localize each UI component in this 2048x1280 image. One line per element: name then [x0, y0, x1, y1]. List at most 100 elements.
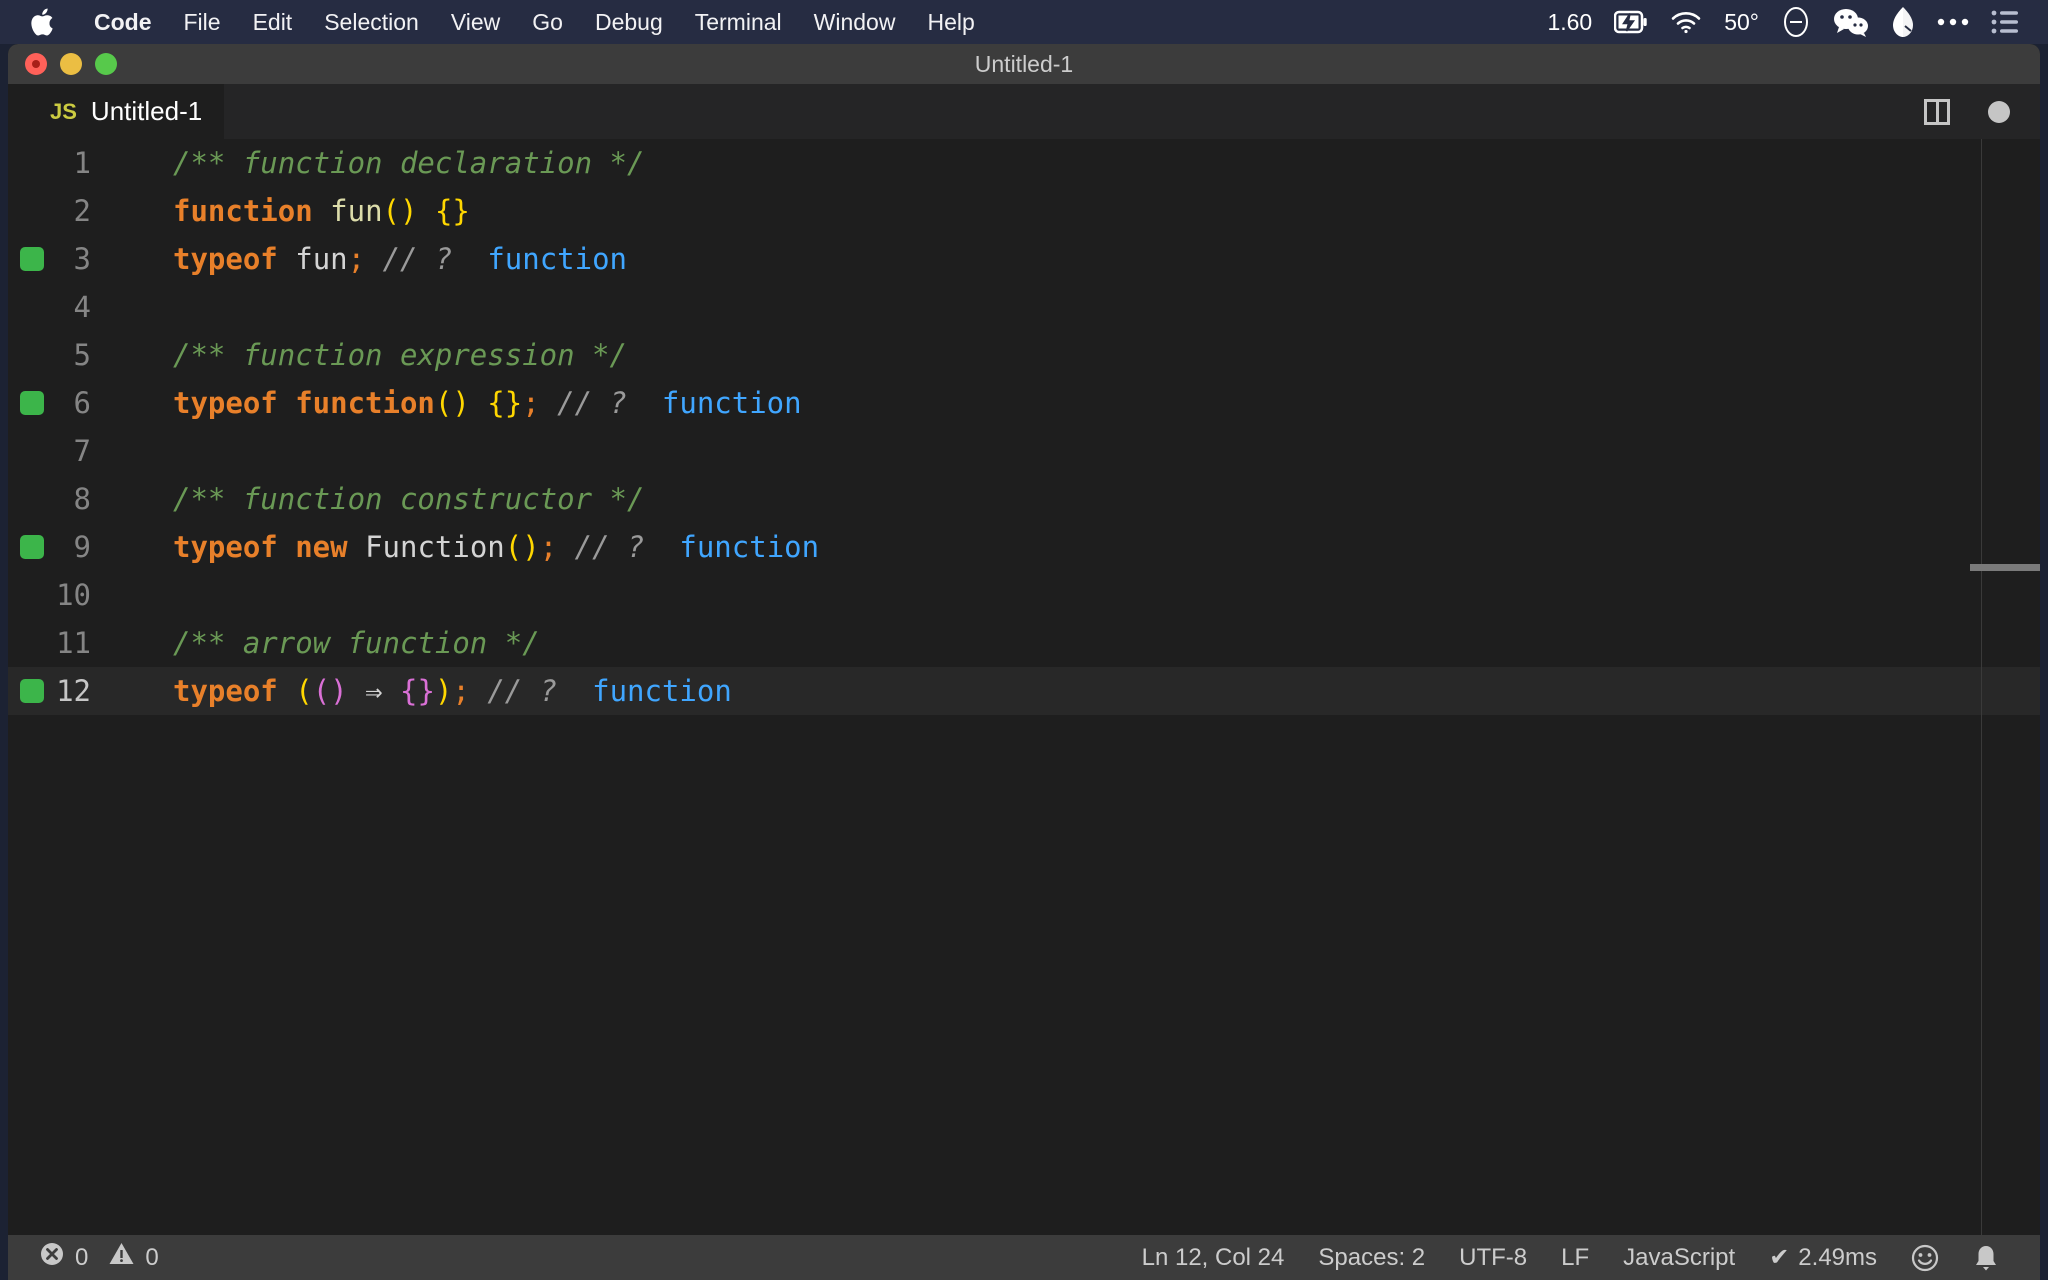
- token: // ?: [574, 529, 645, 564]
- code-text: typeof new Function(); // ? function: [113, 529, 820, 564]
- token: Function: [365, 529, 505, 564]
- token: (: [295, 673, 313, 708]
- code-line-3[interactable]: 3 typeof fun; // ? function: [8, 235, 2040, 283]
- tab-untitled-1[interactable]: JS Untitled-1: [8, 84, 225, 139]
- battery-charging-icon[interactable]: [1603, 0, 1659, 44]
- quokka-status[interactable]: ✔ 2.49ms: [1752, 1243, 1894, 1272]
- line-number: 1: [73, 146, 91, 180]
- token: function: [592, 673, 732, 708]
- coverage-marker-icon: [20, 247, 44, 271]
- close-window-button[interactable]: [25, 53, 47, 75]
- token: fun: [295, 241, 348, 276]
- split-editor-icon[interactable]: [1924, 98, 1950, 125]
- line-number: 8: [73, 482, 91, 516]
- token: (): [312, 673, 348, 708]
- bell-icon[interactable]: [1956, 1244, 2016, 1272]
- problems-status[interactable]: 0 0: [30, 1241, 168, 1274]
- control-center-icon[interactable]: [1980, 0, 2030, 44]
- coverage-marker-icon: [20, 391, 44, 415]
- traffic-light-buttons: [25, 53, 117, 75]
- minimize-window-button[interactable]: [60, 53, 82, 75]
- eol-status[interactable]: LF: [1544, 1244, 1606, 1272]
- apple-logo-icon[interactable]: [24, 0, 64, 44]
- status-bar: 0 0 Ln 12, Col 24 Spaces: 2 UTF-8 LF Jav…: [8, 1235, 2040, 1280]
- menu-item-help[interactable]: Help: [911, 0, 990, 44]
- code-editor[interactable]: 1 /** function declaration */ 2 function fu…: [8, 139, 2040, 1235]
- maximize-window-button[interactable]: [95, 53, 117, 75]
- token: ): [434, 673, 453, 708]
- check-mark-icon: ✔: [1769, 1244, 1790, 1271]
- cursor-position-status[interactable]: Ln 12, Col 24: [1125, 1244, 1302, 1272]
- code-line-10[interactable]: 10: [8, 571, 2040, 619]
- token: typeof: [173, 673, 278, 708]
- menu-item-code[interactable]: Code: [78, 0, 168, 44]
- token: {}: [434, 193, 470, 228]
- ellipsis-icon[interactable]: [1926, 0, 1980, 44]
- pin-icon[interactable]: [1880, 0, 1926, 44]
- token: function: [487, 241, 628, 276]
- code-text: /** function constructor */: [113, 481, 645, 516]
- token: function: [173, 193, 313, 228]
- token: /** function constructor */: [173, 481, 645, 516]
- token: fun: [330, 193, 383, 228]
- tab-label: Untitled-1: [90, 96, 203, 126]
- code-line-9[interactable]: 9 typeof new Function(); // ? function: [8, 523, 2040, 571]
- token: /** arrow function */: [173, 625, 540, 660]
- macos-menu-bar: Code File Edit Selection View Go Debug T…: [0, 0, 2048, 44]
- status-bar-right: Ln 12, Col 24 Spaces: 2 UTF-8 LF JavaScr…: [1125, 1243, 2040, 1272]
- code-line-7[interactable]: 7: [8, 427, 2040, 475]
- overview-ruler-separator: [1981, 139, 1982, 1235]
- do-not-disturb-icon[interactable]: [1770, 0, 1822, 44]
- wifi-icon[interactable]: [1659, 0, 1713, 44]
- wechat-icon[interactable]: [1822, 0, 1880, 44]
- code-line-6[interactable]: 6 typeof function() {}; // ? function: [8, 379, 2040, 427]
- code-line-11[interactable]: 11 /** arrow function */: [8, 619, 2040, 667]
- menu-item-go[interactable]: Go: [516, 0, 579, 44]
- token: typeof new: [173, 529, 348, 564]
- line-number: 11: [56, 626, 91, 660]
- code-line-1[interactable]: 1 /** function declaration */: [8, 139, 2040, 187]
- menu-bar-app-menus: Code File Edit Selection View Go Debug T…: [0, 0, 991, 44]
- menu-item-terminal[interactable]: Terminal: [679, 0, 798, 44]
- token: /** function declaration */: [173, 145, 645, 180]
- language-mode-status[interactable]: JavaScript: [1606, 1244, 1752, 1272]
- encoding-status[interactable]: UTF-8: [1442, 1244, 1544, 1272]
- menu-item-view[interactable]: View: [435, 0, 516, 44]
- token: (): [434, 385, 470, 420]
- code-text: typeof function() {}; // ? function: [113, 385, 802, 420]
- status-bar-left: 0 0: [8, 1241, 168, 1274]
- token: typeof function: [173, 385, 435, 420]
- menu-item-edit[interactable]: Edit: [237, 0, 309, 44]
- indentation-status[interactable]: Spaces: 2: [1301, 1244, 1442, 1272]
- temperature-indicator[interactable]: 50°: [1713, 0, 1770, 44]
- token: // ?: [382, 241, 453, 276]
- token: typeof: [173, 241, 278, 276]
- code-line-12[interactable]: 12 typeof (() ⇒ {}); // ? function: [8, 667, 2040, 715]
- code-line-4[interactable]: 4: [8, 283, 2040, 331]
- token: ;: [522, 385, 540, 420]
- window-title: Untitled-1: [974, 50, 1074, 77]
- code-line-8[interactable]: 8 /** function constructor */: [8, 475, 2040, 523]
- code-lines-container: 1 /** function declaration */ 2 function fu…: [8, 139, 2040, 715]
- line-number: 10: [56, 578, 91, 612]
- editor-actions: [1924, 84, 2040, 139]
- token: function: [679, 529, 820, 564]
- unsaved-dot-icon[interactable]: [1988, 100, 2010, 123]
- coverage-marker-icon: [20, 679, 44, 703]
- smiley-icon[interactable]: [1894, 1244, 1956, 1272]
- token: ;: [347, 241, 366, 276]
- menu-item-file[interactable]: File: [168, 0, 237, 44]
- menu-item-debug[interactable]: Debug: [579, 0, 679, 44]
- editor-scrollbar[interactable]: [1970, 139, 2040, 1235]
- code-line-2[interactable]: 2 function fun() {}: [8, 187, 2040, 235]
- code-line-5[interactable]: 5 /** function expression */: [8, 331, 2040, 379]
- menu-item-window[interactable]: Window: [798, 0, 912, 44]
- cpu-load-indicator[interactable]: 1.60: [1536, 0, 1603, 44]
- javascript-file-icon: JS: [50, 98, 77, 124]
- menu-item-selection[interactable]: Selection: [308, 0, 435, 44]
